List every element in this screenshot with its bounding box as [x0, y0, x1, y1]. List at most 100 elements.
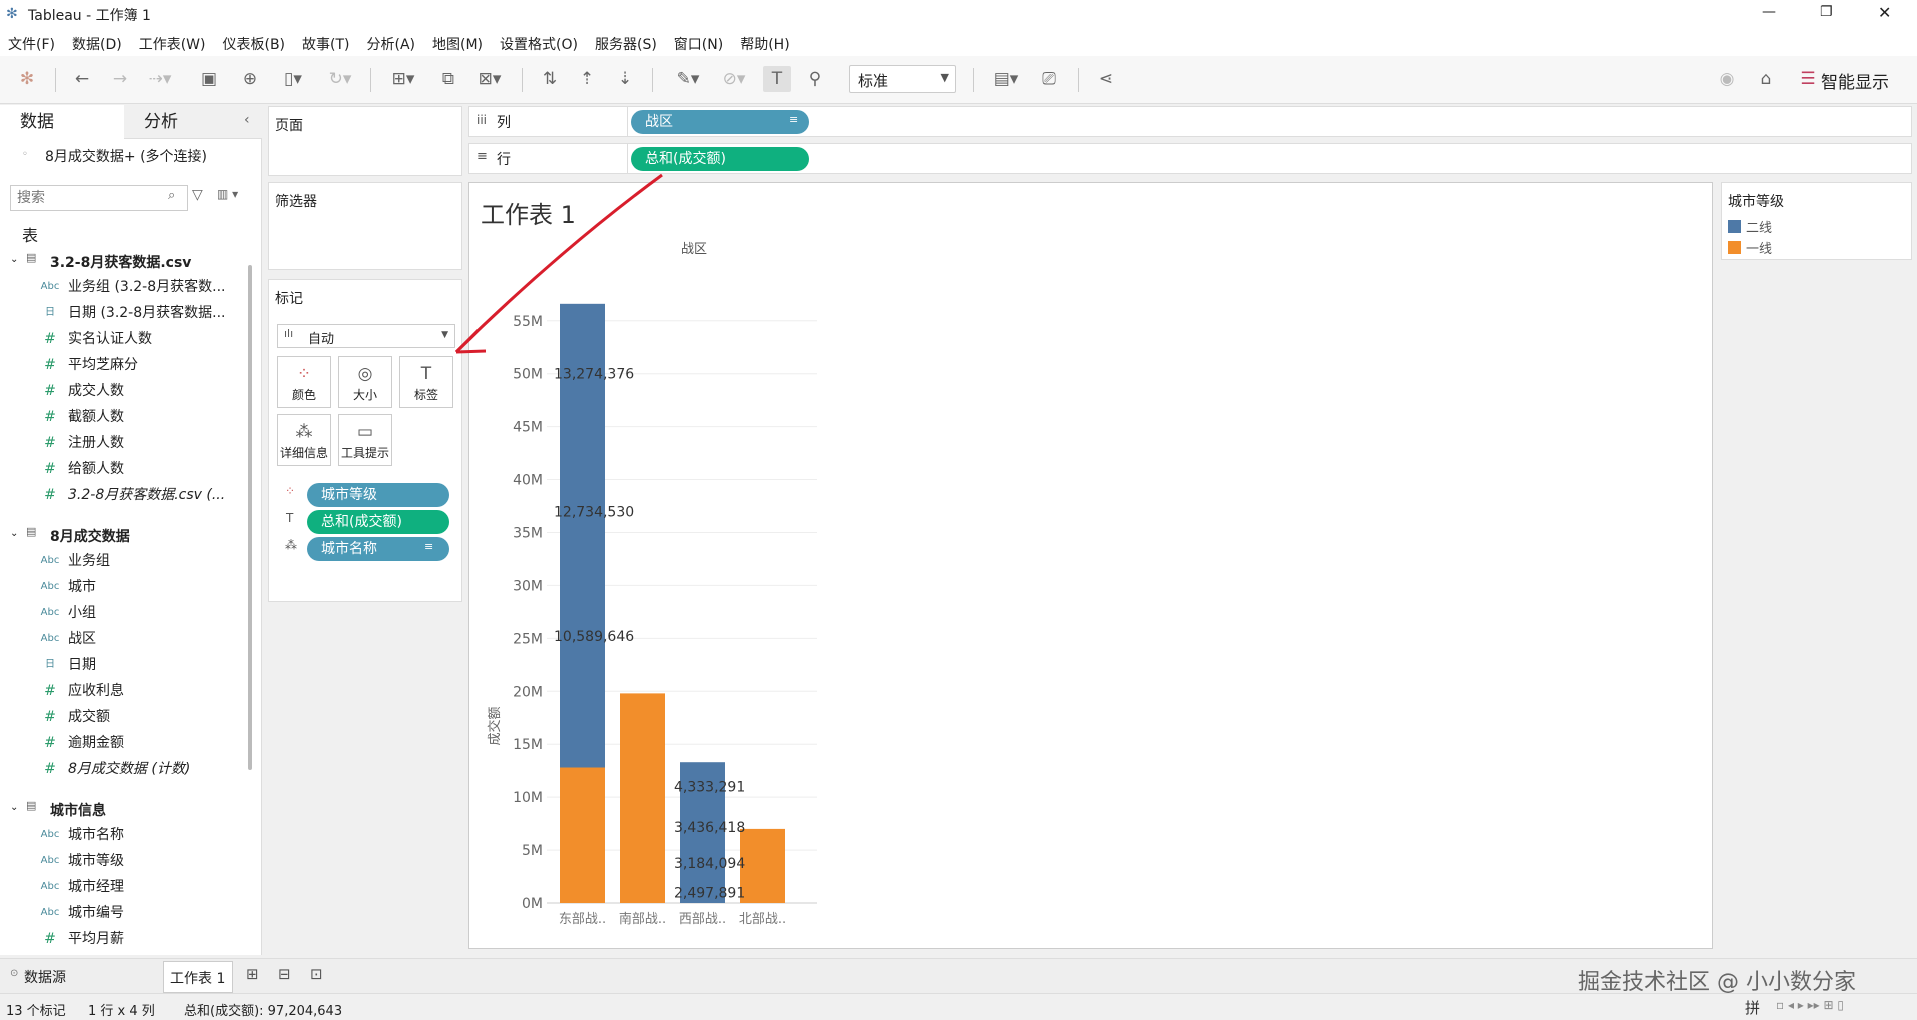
x-tick-label: 南部战..	[619, 911, 666, 927]
tables-heading: 表	[22, 226, 39, 245]
view-options-icon[interactable]: ▥ ▾	[217, 187, 238, 201]
data-label: 3,184,094	[674, 856, 745, 872]
status-sum: 总和(成交额): 97,204,643	[184, 1004, 343, 1019]
collapse-pane-icon[interactable]: ‹	[244, 112, 250, 128]
show-labels-icon[interactable]: T	[763, 66, 791, 92]
size-button[interactable]: ◎ 大小	[338, 356, 392, 408]
redo-icon[interactable]: →	[108, 66, 132, 92]
menu-file[interactable]: 文件(F)	[0, 30, 64, 54]
show-cards-icon[interactable]: ▤▾	[988, 66, 1024, 92]
data-label: 10,589,646	[554, 629, 634, 645]
menu-dashboard[interactable]: 仪表板(B)	[214, 30, 294, 54]
filters-shelf[interactable]: 筛选器	[268, 182, 462, 270]
columns-shelf[interactable]: iii 列 战区 ≡	[468, 106, 1912, 137]
table-name[interactable]: 城市信息	[50, 800, 106, 820]
legend-swatch[interactable]	[1728, 220, 1741, 233]
legend-swatch[interactable]	[1728, 241, 1741, 254]
datasource-tab[interactable]: 数据源	[24, 967, 66, 987]
field-name: 业务组 (3.2-8月获客数...	[68, 279, 226, 295]
table-name[interactable]: 3.2-8月获客数据.csv	[50, 252, 191, 272]
rows-pill[interactable]: 总和(成交额)	[631, 147, 809, 171]
fit-select[interactable]: 标准 ▼	[849, 65, 956, 93]
table-icon: ▤	[26, 799, 37, 812]
field-name: 平均芝麻分	[68, 357, 138, 373]
filter-icon[interactable]: ▽	[192, 187, 203, 203]
field-name: 城市编号	[68, 905, 124, 921]
new-dashboard-icon[interactable]: ⊟	[278, 965, 291, 983]
columns-pill[interactable]: 战区	[631, 110, 809, 134]
minimize-button[interactable]: —	[1762, 4, 1776, 20]
search-icon[interactable]: ⌕	[168, 188, 175, 203]
pages-shelf[interactable]: 页面	[268, 106, 462, 176]
legend-item[interactable]: 一线	[1746, 238, 1772, 257]
share-icon[interactable]: ⋖	[1094, 66, 1118, 92]
duplicate-sheet-icon[interactable]: ⧉	[436, 66, 460, 92]
tableau-home-icon[interactable]: ✻	[16, 66, 38, 92]
search-input[interactable]	[10, 185, 188, 211]
tableau-logo-icon: ✻	[6, 6, 18, 22]
menu-data[interactable]: 数据(D)	[64, 30, 131, 54]
mark-type-value: 自动	[308, 332, 335, 347]
pane-scrollbar[interactable]	[248, 265, 252, 770]
new-story-icon[interactable]: ⊡	[310, 965, 323, 983]
chevron-down-icon[interactable]: ⌄	[10, 254, 18, 265]
marks-card-label: 标记	[275, 291, 303, 307]
data-label: 12,734,530	[554, 504, 634, 520]
tooltip-button[interactable]: ▭ 工具提示	[338, 414, 392, 466]
fit-select-value: 标准	[858, 72, 889, 90]
presentation-mode-icon[interactable]: ⎚	[1037, 66, 1061, 92]
show-me-icon[interactable]: ☰	[1797, 66, 1819, 92]
paint-icon[interactable]: ⌂	[1754, 66, 1778, 92]
detail-button[interactable]: ⁂ 详细信息	[277, 414, 331, 466]
tab-data[interactable]: 数据	[0, 105, 128, 139]
menu-format[interactable]: 设置格式(O)	[492, 30, 587, 54]
new-worksheet-icon[interactable]: ⊞	[246, 965, 259, 983]
save-icon[interactable]: ▣	[197, 66, 221, 92]
refresh-icon[interactable]: ↻▾	[322, 66, 358, 92]
rows-shelf[interactable]: ≡ 行 总和(成交额)	[468, 143, 1912, 174]
menu-story[interactable]: 故事(T)	[294, 30, 358, 54]
menu-analysis[interactable]: 分析(A)	[359, 30, 425, 54]
color-button[interactable]: ⁘ 颜色	[277, 356, 331, 408]
field-name: 3.2-8月获客数据.csv (...	[68, 487, 226, 503]
replay-icon[interactable]: ⇢▾	[145, 66, 175, 92]
field-name: 小组	[68, 605, 96, 621]
table-name[interactable]: 8月成交数据	[50, 526, 130, 546]
group-icon[interactable]: ⊘▾	[716, 66, 752, 92]
menu-worksheet[interactable]: 工作表(W)	[131, 30, 215, 54]
clear-sheet-icon[interactable]: ⊠▾	[472, 66, 508, 92]
close-button[interactable]: ✕	[1878, 3, 1891, 22]
sheet-tab[interactable]: 工作表 1	[163, 961, 233, 993]
legend-item[interactable]: 二线	[1746, 217, 1772, 236]
chevron-down-icon[interactable]: ⌄	[10, 528, 18, 539]
menu-help[interactable]: 帮助(H)	[732, 30, 798, 54]
sort-ascending-icon[interactable]: ⇡	[575, 66, 599, 92]
pause-updates-icon[interactable]: ▯▾	[275, 66, 311, 92]
mark-pill-city-level[interactable]: 城市等级	[307, 483, 449, 507]
highlight-icon[interactable]: ✎▾	[670, 66, 706, 92]
chevron-down-icon[interactable]: ⌄	[10, 802, 18, 813]
swap-icon[interactable]: ⇅	[538, 66, 562, 92]
menu-window[interactable]: 窗口(N)	[666, 30, 732, 54]
menu-server[interactable]: 服务器(S)	[587, 30, 666, 54]
legend: 城市等级 二线 一线	[1721, 182, 1912, 260]
new-worksheet-icon[interactable]: ⊞▾	[385, 66, 421, 92]
ime-icon[interactable]: 拼	[1745, 997, 1760, 1018]
mark-pill-sum-amount[interactable]: 总和(成交额)	[307, 510, 449, 534]
mark-type-select[interactable]: ılı 自动 ▼	[277, 324, 455, 348]
restore-button[interactable]: ❐	[1820, 4, 1833, 20]
sort-descending-icon[interactable]: ⇣	[613, 66, 637, 92]
show-me-button[interactable]: 智能显示	[1821, 68, 1889, 93]
undo-icon[interactable]: ←	[70, 66, 94, 92]
new-datasource-icon[interactable]: ⊕	[238, 66, 262, 92]
label-button[interactable]: T 标签	[399, 356, 453, 408]
field-name: 日期 (3.2-8月获客数据...	[68, 305, 226, 321]
y-tick-label: 15M	[513, 737, 543, 753]
datasource-name[interactable]: 8月成交数据+ (多个连接)	[45, 146, 207, 166]
navigation-icon[interactable]: ▫ ◂ ▸ ▸▸ ⊞ ▯	[1776, 998, 1844, 1012]
tab-analysis[interactable]: 分析	[124, 105, 262, 139]
menu-map[interactable]: 地图(M)	[424, 30, 492, 54]
status-bar: 13 个标记 1 行 x 4 列 总和(成交额): 97,204,643 拼 ▫…	[0, 993, 1917, 1020]
fix-axes-icon[interactable]: ⚲	[803, 66, 827, 92]
ask-data-icon[interactable]: ◉	[1715, 66, 1739, 92]
